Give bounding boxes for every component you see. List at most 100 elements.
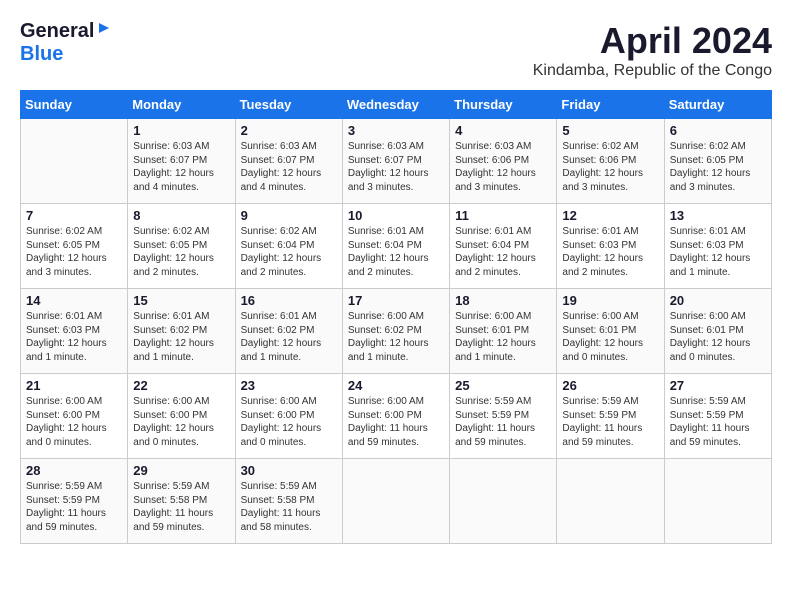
calendar-cell: 21 Sunrise: 6:00 AMSunset: 6:00 PMDayligh… — [21, 374, 128, 459]
weekday-thursday: Thursday — [450, 91, 557, 119]
day-number: 8 — [133, 208, 229, 223]
day-info: Sunrise: 6:03 AMSunset: 6:07 PMDaylight:… — [241, 140, 337, 194]
day-number: 13 — [670, 208, 766, 223]
day-number: 25 — [455, 378, 551, 393]
day-info: Sunrise: 6:01 AMSunset: 6:03 PMDaylight:… — [670, 225, 766, 279]
day-number: 23 — [241, 378, 337, 393]
day-number: 3 — [348, 123, 444, 138]
logo: General Blue — [20, 20, 111, 66]
day-info: Sunrise: 6:00 AMSunset: 6:00 PMDaylight:… — [133, 395, 229, 449]
weekday-friday: Friday — [557, 91, 664, 119]
day-info: Sunrise: 6:03 AMSunset: 6:07 PMDaylight:… — [348, 140, 444, 194]
weekday-saturday: Saturday — [664, 91, 771, 119]
day-number: 7 — [26, 208, 122, 223]
day-info: Sunrise: 6:00 AMSunset: 6:00 PMDaylight:… — [26, 395, 122, 449]
day-info: Sunrise: 6:01 AMSunset: 6:02 PMDaylight:… — [133, 310, 229, 364]
day-number: 24 — [348, 378, 444, 393]
day-number: 5 — [562, 123, 658, 138]
calendar-cell: 2Sunrise: 6:03 AMSunset: 6:07 PMDaylight… — [235, 119, 342, 204]
day-info: Sunrise: 6:00 AMSunset: 6:01 PMDaylight:… — [562, 310, 658, 364]
day-info: Sunrise: 6:00 AMSunset: 6:00 PMDaylight:… — [241, 395, 337, 449]
calendar-cell — [21, 119, 128, 204]
calendar-cell — [450, 459, 557, 544]
calendar-cell: 15 Sunrise: 6:01 AMSunset: 6:02 PMDayligh… — [128, 289, 235, 374]
day-info: Sunrise: 6:03 AMSunset: 6:07 PMDaylight:… — [133, 140, 229, 194]
calendar-cell: 27 Sunrise: 5:59 AMSunset: 5:59 PMDayligh… — [664, 374, 771, 459]
calendar-cell: 25Sunrise: 5:59 AMSunset: 5:59 PMDayligh… — [450, 374, 557, 459]
day-info: Sunrise: 5:59 AMSunset: 5:59 PMDaylight:… — [670, 395, 766, 449]
calendar-cell — [557, 459, 664, 544]
calendar-cell: 26 Sunrise: 5:59 AMSunset: 5:59 PMDayligh… — [557, 374, 664, 459]
page-title: April 2024 — [533, 20, 772, 62]
weekday-wednesday: Wednesday — [342, 91, 449, 119]
day-number: 16 — [241, 293, 337, 308]
day-info: Sunrise: 6:01 AMSunset: 6:04 PMDaylight:… — [348, 225, 444, 279]
weekday-monday: Monday — [128, 91, 235, 119]
calendar-cell: 9 Sunrise: 6:02 AMSunset: 6:04 PMDaylight… — [235, 204, 342, 289]
calendar-cell: 17Sunrise: 6:00 AMSunset: 6:02 PMDayligh… — [342, 289, 449, 374]
calendar-cell: 20 Sunrise: 6:00 AMSunset: 6:01 PMDayligh… — [664, 289, 771, 374]
weekday-tuesday: Tuesday — [235, 91, 342, 119]
day-number: 1 — [133, 123, 229, 138]
day-info: Sunrise: 6:00 AMSunset: 6:01 PMDaylight:… — [455, 310, 551, 364]
logo-blue: Blue — [20, 43, 63, 65]
title-area: April 2024 Kindamba, Republic of the Con… — [533, 20, 772, 80]
calendar-cell: 19 Sunrise: 6:00 AMSunset: 6:01 PMDayligh… — [557, 289, 664, 374]
day-number: 17 — [348, 293, 444, 308]
day-number: 20 — [670, 293, 766, 308]
calendar-cell: 3 Sunrise: 6:03 AMSunset: 6:07 PMDaylight… — [342, 119, 449, 204]
calendar-cell: 23 Sunrise: 6:00 AMSunset: 6:00 PMDayligh… — [235, 374, 342, 459]
page-header: General Blue April 2024 Kindamba, Republ… — [20, 20, 772, 80]
weekday-sunday: Sunday — [21, 91, 128, 119]
day-number: 19 — [562, 293, 658, 308]
calendar-table: SundayMondayTuesdayWednesdayThursdayFrid… — [20, 90, 772, 544]
day-number: 29 — [133, 463, 229, 478]
day-info: Sunrise: 6:01 AMSunset: 6:03 PMDaylight:… — [562, 225, 658, 279]
day-info: Sunrise: 6:02 AMSunset: 6:05 PMDaylight:… — [26, 225, 122, 279]
week-row-5: 28 Sunrise: 5:59 AMSunset: 5:59 PMDayligh… — [21, 459, 772, 544]
day-number: 28 — [26, 463, 122, 478]
logo-arrow-icon — [97, 21, 111, 40]
calendar-cell: 6Sunrise: 6:02 AMSunset: 6:05 PMDaylight… — [664, 119, 771, 204]
day-info: Sunrise: 6:02 AMSunset: 6:04 PMDaylight:… — [241, 225, 337, 279]
day-number: 15 — [133, 293, 229, 308]
day-number: 9 — [241, 208, 337, 223]
calendar-cell: 24 Sunrise: 6:00 AMSunset: 6:00 PMDayligh… — [342, 374, 449, 459]
day-info: Sunrise: 5:59 AMSunset: 5:58 PMDaylight:… — [241, 480, 337, 534]
day-info: Sunrise: 6:02 AMSunset: 6:05 PMDaylight:… — [133, 225, 229, 279]
day-number: 21 — [26, 378, 122, 393]
calendar-cell: 5Sunrise: 6:02 AMSunset: 6:06 PMDaylight… — [557, 119, 664, 204]
day-number: 14 — [26, 293, 122, 308]
calendar-cell: 28 Sunrise: 5:59 AMSunset: 5:59 PMDayligh… — [21, 459, 128, 544]
calendar-body: 1 Sunrise: 6:03 AMSunset: 6:07 PMDaylight… — [21, 119, 772, 544]
calendar-cell: 11 Sunrise: 6:01 AMSunset: 6:04 PMDayligh… — [450, 204, 557, 289]
day-number: 11 — [455, 208, 551, 223]
day-info: Sunrise: 6:01 AMSunset: 6:04 PMDaylight:… — [455, 225, 551, 279]
logo-general: General — [20, 20, 94, 43]
day-info: Sunrise: 5:59 AMSunset: 5:58 PMDaylight:… — [133, 480, 229, 534]
day-number: 26 — [562, 378, 658, 393]
day-info: Sunrise: 5:59 AMSunset: 5:59 PMDaylight:… — [562, 395, 658, 449]
day-info: Sunrise: 6:00 AMSunset: 6:00 PMDaylight:… — [348, 395, 444, 449]
day-info: Sunrise: 5:59 AMSunset: 5:59 PMDaylight:… — [26, 480, 122, 534]
day-info: Sunrise: 6:00 AMSunset: 6:01 PMDaylight:… — [670, 310, 766, 364]
calendar-cell: 18 Sunrise: 6:00 AMSunset: 6:01 PMDayligh… — [450, 289, 557, 374]
calendar-cell — [664, 459, 771, 544]
day-number: 18 — [455, 293, 551, 308]
calendar-cell: 1 Sunrise: 6:03 AMSunset: 6:07 PMDaylight… — [128, 119, 235, 204]
calendar-header: SundayMondayTuesdayWednesdayThursdayFrid… — [21, 91, 772, 119]
day-info: Sunrise: 6:01 AMSunset: 6:02 PMDaylight:… — [241, 310, 337, 364]
day-number: 30 — [241, 463, 337, 478]
calendar-cell — [342, 459, 449, 544]
day-number: 12 — [562, 208, 658, 223]
calendar-cell: 7 Sunrise: 6:02 AMSunset: 6:05 PMDaylight… — [21, 204, 128, 289]
day-info: Sunrise: 6:01 AMSunset: 6:03 PMDaylight:… — [26, 310, 122, 364]
day-number: 27 — [670, 378, 766, 393]
page-subtitle: Kindamba, Republic of the Congo — [533, 62, 772, 80]
calendar-cell: 14 Sunrise: 6:01 AMSunset: 6:03 PMDayligh… — [21, 289, 128, 374]
day-number: 6 — [670, 123, 766, 138]
calendar-cell: 10Sunrise: 6:01 AMSunset: 6:04 PMDayligh… — [342, 204, 449, 289]
calendar-cell: 16 Sunrise: 6:01 AMSunset: 6:02 PMDayligh… — [235, 289, 342, 374]
calendar-cell: 12 Sunrise: 6:01 AMSunset: 6:03 PMDayligh… — [557, 204, 664, 289]
day-number: 22 — [133, 378, 229, 393]
